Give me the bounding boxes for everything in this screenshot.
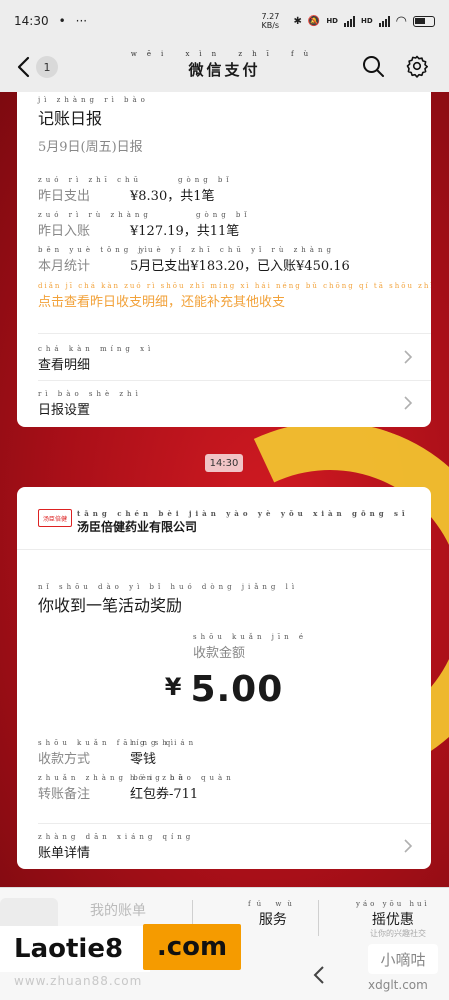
gear-icon[interactable] xyxy=(405,54,429,78)
search-icon[interactable] xyxy=(361,54,385,78)
report-tip[interactable]: diǎn jī chá kàn zuó rì shōu zhī míng xì … xyxy=(38,282,431,310)
monthly-stat-value: yuè yǐ zhī chū yǐ rù zhàng 5月已支出¥183.20，… xyxy=(130,246,350,274)
divider xyxy=(17,549,431,550)
more-notifications-icon: ··· xyxy=(75,14,88,28)
signal2-label: HD xyxy=(360,17,373,25)
payment-notice-card[interactable]: 汤臣倍健 tāng chén bèi jiàn yào yè yǒu xiàn … xyxy=(17,487,431,869)
network-speed: 7.27 KB/s xyxy=(261,12,280,30)
yesterday-expense-value: gòng bǐ ¥8.30，共1笔 xyxy=(130,176,233,204)
chevron-right-icon xyxy=(404,839,413,853)
yesterday-income-value: gòng bǐ ¥127.19，共11笔 xyxy=(130,211,251,239)
notification-icon: • xyxy=(58,14,66,28)
menu-item-service[interactable]: fú wù 服务 xyxy=(248,900,298,929)
receive-method-value: líng qián 零钱 xyxy=(130,739,198,767)
chevron-right-icon xyxy=(404,350,413,364)
amount-label: shōu kuǎn jīn é 收款金额 xyxy=(193,633,307,661)
view-details-link[interactable]: chá kàn míng xì 查看明细 xyxy=(38,345,154,373)
chevron-right-icon xyxy=(404,396,413,410)
signal1-label: HD xyxy=(326,17,338,25)
bill-details-link[interactable]: zhàng dān xiáng qíng 账单详情 xyxy=(38,833,194,861)
divider xyxy=(38,823,431,824)
menu-separator xyxy=(318,900,319,936)
report-date: 5月9日(周五)日报 xyxy=(38,140,143,155)
daily-report-card[interactable]: jì zhàng rì bào 记账日报 5月9日(周五)日报 zuó rì z… xyxy=(17,92,431,427)
watermark-right-brand: 小嘀咕 xyxy=(368,944,438,974)
menu-item-shake-discount[interactable]: yáo yōu huì 摇优惠 xyxy=(356,900,430,929)
report-title: jì zhàng rì bào 记账日报 xyxy=(38,96,149,128)
watermark-right-slogan: 让你的兴趣社交 xyxy=(370,929,426,938)
watermark-brand: Laotie8 xyxy=(0,926,150,972)
bluetooth-icon: ✱ xyxy=(293,15,302,27)
battery-icon xyxy=(413,15,435,27)
watermark-right-url: xdglt.com xyxy=(368,978,428,992)
report-settings-link[interactable]: rì bào shè zhì 日报设置 xyxy=(38,390,142,418)
watermark-brand-suffix: .com xyxy=(143,924,241,970)
signal-icon xyxy=(343,15,355,27)
message-timestamp: 14:30 xyxy=(205,454,243,472)
watermark-url: www.zhuan88.com xyxy=(14,974,143,988)
yesterday-expense-label: zuó rì zhī chū 昨日支出 xyxy=(38,176,143,204)
wifi-icon: ◠ xyxy=(395,13,407,29)
menu-item-my-bill[interactable]: 我的账单 xyxy=(90,900,146,920)
signal2-icon xyxy=(378,15,390,27)
app-header: 1 wēi xìn zhī fù 微信支付 xyxy=(0,42,449,92)
merchant-name: tāng chén bèi jiàn yào yè yǒu xiàn gōng … xyxy=(77,509,409,534)
status-time: 14:30 xyxy=(14,14,49,28)
divider xyxy=(38,380,431,381)
status-bar: 14:30 • ··· 7.27 KB/s ✱ 🔕 HD HD ◠ xyxy=(0,0,449,42)
nav-back-icon[interactable] xyxy=(312,964,326,986)
divider xyxy=(38,333,431,334)
mute-icon: 🔕 xyxy=(307,15,321,27)
notice-heading: nǐ shōu dào yì bǐ huó dòng jiǎng lì 你收到一… xyxy=(38,583,299,615)
merchant-logo: 汤臣倍健 xyxy=(38,509,72,527)
transfer-note-value: hóng bāo quàn 红包券-711 xyxy=(130,774,235,802)
amount-value: ¥5.00 xyxy=(164,669,284,710)
